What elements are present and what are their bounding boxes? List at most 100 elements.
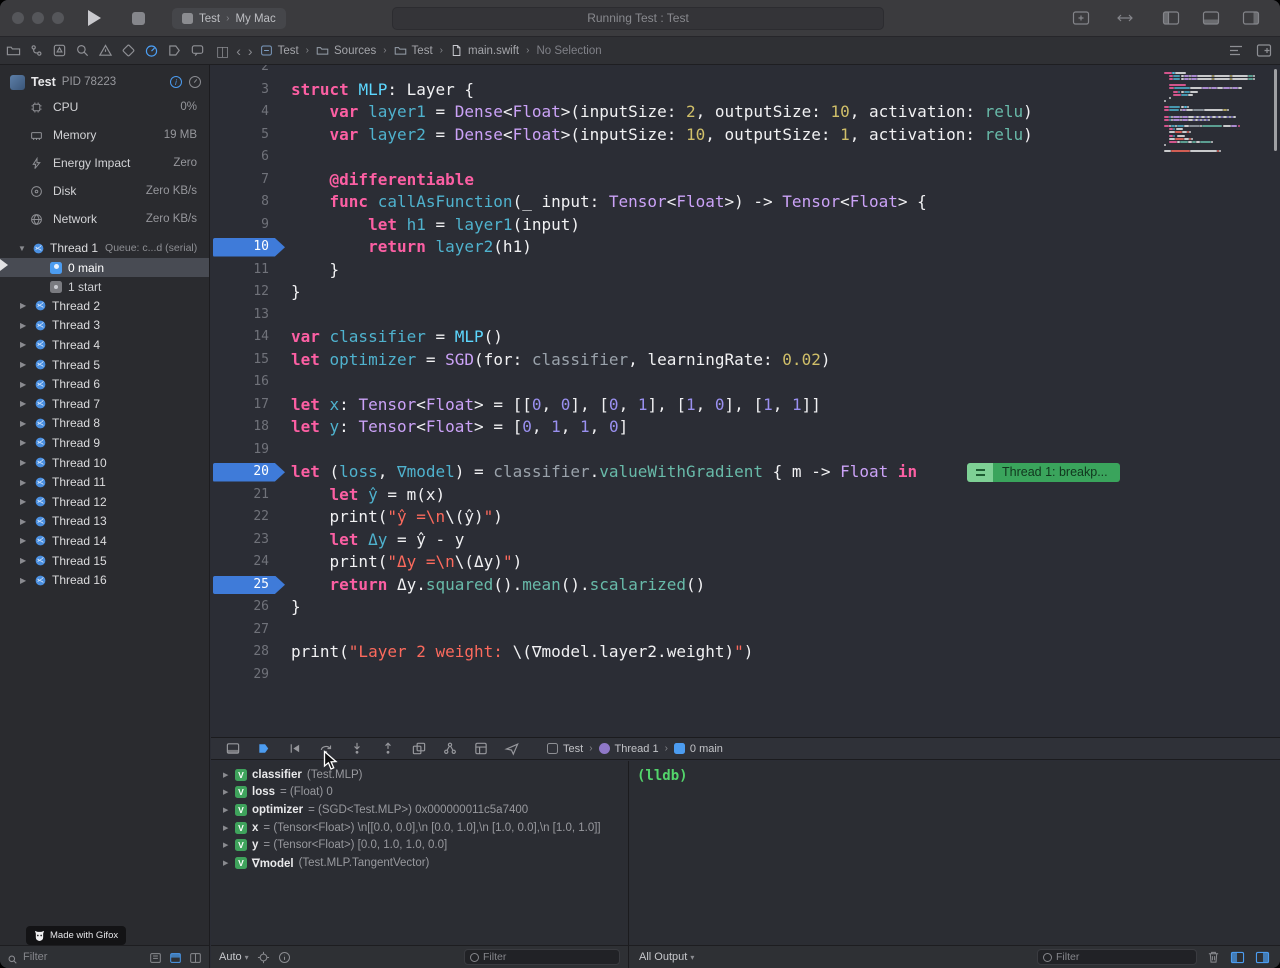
view-hierarchy-icon[interactable] [411, 741, 427, 756]
line-number[interactable]: 23 [211, 529, 269, 552]
scheme-device[interactable]: My Mac [235, 13, 275, 25]
line-number[interactable]: 3 [211, 79, 269, 102]
line-number[interactable]: 12 [211, 281, 269, 304]
code-text[interactable]: var layer1 = Dense<Float>(inputSize: 2, … [291, 101, 1033, 124]
navigator-symbols-icon[interactable] [52, 43, 67, 58]
breadcrumb-item[interactable]: Test [260, 44, 299, 57]
forward-icon[interactable]: › [248, 44, 253, 58]
flat-list-icon[interactable] [189, 951, 202, 963]
code-text[interactable]: return layer2(h1) [291, 236, 532, 259]
line-number[interactable]: 29 [211, 664, 269, 687]
code-line-29[interactable]: 29 [211, 664, 1280, 687]
sidebar-item-thread-10[interactable]: ▶Thread 10 [0, 453, 209, 473]
step-into-icon[interactable] [349, 741, 365, 756]
line-number[interactable]: 2 [211, 65, 269, 79]
line-number[interactable]: 16 [211, 371, 269, 394]
sidebar-item-thread-7[interactable]: ▶Thread 7 [0, 394, 209, 414]
code-line-7[interactable]: 7 @differentiable [211, 169, 1280, 192]
disclosure-right-icon[interactable]: ▶ [20, 438, 29, 447]
line-number[interactable]: 14 [211, 326, 269, 349]
code-line-16[interactable]: 16 [211, 371, 1280, 394]
disclosure-right-icon[interactable]: ▶ [20, 556, 29, 565]
variables-filter-field[interactable] [464, 949, 620, 965]
line-number[interactable]: 9 [211, 214, 269, 237]
sidebar-item-thread-6[interactable]: ▶Thread 6 [0, 374, 209, 394]
code-line-20[interactable]: 20 let (loss, ∇model) = classifier.valueW… [211, 461, 1280, 484]
disclosure-right-icon[interactable]: ▶ [223, 859, 233, 867]
sidebar-item-thread-4[interactable]: ▶Thread 4 [0, 335, 209, 355]
console-filter-input[interactable] [1056, 951, 1166, 963]
jump-bar[interactable]: ◫ ‹ › Test›Sources›Test›main.swift›No Se… [216, 37, 1216, 64]
navigator-reports-icon[interactable] [190, 43, 205, 58]
code-text[interactable]: print("Δy =\n\(Δy)") [291, 551, 522, 574]
disclosure-right-icon[interactable]: ▶ [20, 380, 29, 389]
breakpoint-hit-badge[interactable]: Thread 1: breakp... [967, 463, 1120, 483]
code-text[interactable]: func callAsFunction(_ input: Tensor<Floa… [291, 191, 927, 214]
toggle-debug-area-icon[interactable] [1202, 10, 1220, 26]
gauge-row-memory[interactable]: Memory19 MB [0, 121, 209, 149]
sidebar-item-thread-16[interactable]: ▶Thread 16 [0, 570, 209, 590]
sidebar-item-thread-1[interactable]: ▼ Thread 1 Queue: c...d (serial) [0, 238, 209, 258]
disclosure-right-icon[interactable]: ▶ [20, 497, 29, 506]
sidebar-item-thread-9[interactable]: ▶Thread 9 [0, 433, 209, 453]
scheme-target[interactable]: Test [199, 13, 220, 25]
toggle-inspector-icon[interactable] [1242, 10, 1260, 26]
console-output-popup[interactable]: All Output ▾ [639, 951, 694, 963]
code-line-21[interactable]: 21 let ŷ = m(x) [211, 484, 1280, 507]
code-line-9[interactable]: 9 let h1 = layer1(input) [211, 214, 1280, 237]
disclosure-right-icon[interactable]: ▶ [20, 301, 29, 310]
debug-jump-item[interactable]: Thread 1 [599, 743, 659, 755]
navigator-project-icon[interactable] [6, 43, 21, 58]
view-mode-icon[interactable] [169, 951, 182, 963]
line-number[interactable]: 22 [211, 506, 269, 529]
code-line-11[interactable]: 11 } [211, 259, 1280, 282]
code-line-27[interactable]: 27 [211, 619, 1280, 642]
line-number[interactable]: 25 [211, 574, 269, 597]
line-number[interactable]: 28 [211, 641, 269, 664]
sidebar-item-thread-14[interactable]: ▶Thread 14 [0, 531, 209, 551]
code-text[interactable]: var classifier = MLP() [291, 326, 503, 349]
toggle-console-pane-icon[interactable] [1255, 951, 1270, 964]
disclosure-right-icon[interactable]: ▶ [223, 788, 233, 796]
code-line-12[interactable]: 12} [211, 281, 1280, 304]
code-text[interactable]: struct MLP: Layer { [291, 79, 474, 102]
disclosure-right-icon[interactable]: ▶ [20, 458, 29, 467]
code-line-14[interactable]: 14 var classifier = MLP() [211, 326, 1280, 349]
info-icon[interactable] [278, 951, 291, 964]
line-number[interactable]: 27 [211, 619, 269, 642]
console-filter-field[interactable] [1037, 949, 1197, 965]
line-number[interactable]: 20 [211, 461, 269, 484]
line-number[interactable]: 10 [211, 236, 269, 259]
line-number[interactable]: 21 [211, 484, 269, 507]
stack-frame-1[interactable]: 1 start [0, 277, 209, 296]
code-text[interactable]: let (loss, ∇model) = classifier.valueWit… [291, 461, 917, 484]
close-window-button[interactable] [12, 12, 24, 24]
line-number[interactable]: 5 [211, 124, 269, 147]
line-number[interactable]: 7 [211, 169, 269, 192]
navigator-issues-icon[interactable] [98, 43, 113, 58]
hide-debug-area-icon[interactable] [225, 741, 241, 756]
environment-icon[interactable] [473, 741, 489, 756]
disclosure-right-icon[interactable]: ▶ [20, 576, 29, 585]
code-line-13[interactable]: 13 [211, 304, 1280, 327]
disclosure-right-icon[interactable]: ▶ [20, 399, 29, 408]
stop-button[interactable] [132, 12, 145, 25]
navigator-breakpoints-icon[interactable] [167, 43, 182, 58]
code-line-24[interactable]: 24 print("Δy =\n\(Δy)") [211, 551, 1280, 574]
step-out-icon[interactable] [380, 741, 396, 756]
gauge-row-cpu[interactable]: CPU0% [0, 93, 209, 121]
code-line-19[interactable]: 19 [211, 439, 1280, 462]
toggle-variables-pane-icon[interactable] [1230, 951, 1245, 964]
sidebar-item-thread-8[interactable]: ▶Thread 8 [0, 414, 209, 434]
navigator-filter-input[interactable] [23, 951, 113, 963]
sidebar-item-thread-2[interactable]: ▶Thread 2 [0, 296, 209, 316]
disclosure-right-icon[interactable]: ▶ [20, 536, 29, 545]
add-editor-split-icon[interactable] [1256, 43, 1272, 58]
code-text[interactable]: let optimizer = SGD(for: classifier, lea… [291, 349, 830, 372]
code-line-4[interactable]: 4 var layer1 = Dense<Float>(inputSize: 2… [211, 101, 1280, 124]
code-text[interactable]: let Δy = ŷ - y [291, 529, 464, 552]
code-line-8[interactable]: 8 func callAsFunction(_ input: Tensor<Fl… [211, 191, 1280, 214]
zoom-window-button[interactable] [52, 12, 64, 24]
related-items-icon[interactable]: ◫ [216, 44, 229, 58]
code-line-26[interactable]: 26} [211, 596, 1280, 619]
